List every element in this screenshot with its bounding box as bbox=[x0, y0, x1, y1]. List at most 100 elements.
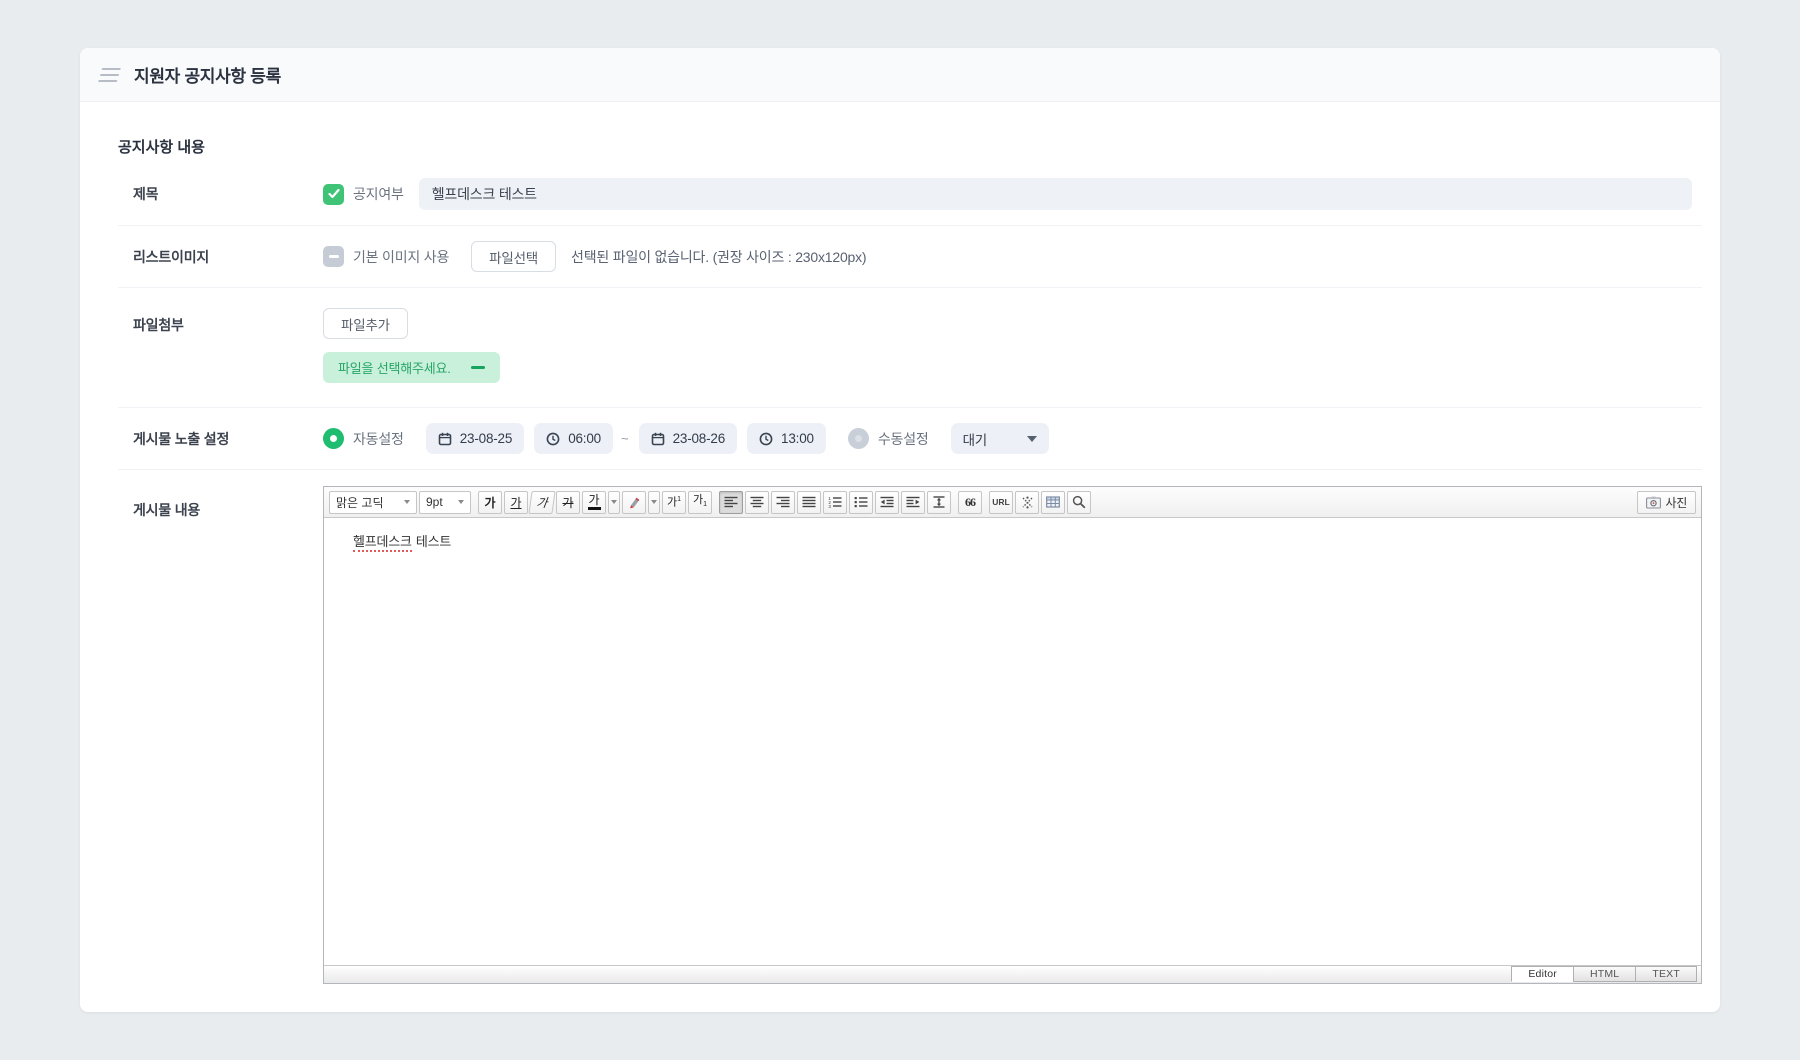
calendar-icon bbox=[651, 432, 664, 445]
row-list-image: 리스트이미지 기본 이미지 사용 파일선택 선택된 파일이 없습니다. (권장 … bbox=[118, 226, 1702, 288]
status-select[interactable]: 대기 bbox=[950, 423, 1049, 454]
align-center-button[interactable] bbox=[745, 490, 769, 514]
status-select-value: 대기 bbox=[962, 432, 988, 448]
font-family-select[interactable]: 맑은 고딕 bbox=[329, 490, 417, 514]
superscript-button[interactable]: 가1 bbox=[662, 490, 686, 514]
photo-button[interactable]: 사진 bbox=[1636, 490, 1696, 514]
italic-button[interactable]: 가 bbox=[528, 490, 556, 514]
tab-editor-mode[interactable]: Editor bbox=[1511, 966, 1574, 982]
font-color-button[interactable]: 가 bbox=[582, 490, 606, 514]
start-time-field[interactable]: 06:00 bbox=[534, 423, 613, 454]
align-left-button[interactable] bbox=[719, 490, 743, 514]
default-image-checkbox-label: 기본 이미지 사용 bbox=[353, 248, 450, 265]
highlight-button[interactable] bbox=[622, 490, 646, 514]
photo-icon bbox=[1645, 496, 1661, 509]
font-size-select[interactable]: 9pt bbox=[419, 490, 471, 514]
row-title-label: 제목 bbox=[133, 186, 159, 202]
editor-content-area[interactable]: 헬프데스크 테스트 bbox=[324, 518, 1701, 965]
manual-setting-label: 수동설정 bbox=[877, 430, 929, 447]
photo-button-label: 사진 bbox=[1665, 495, 1688, 510]
line-height-icon bbox=[933, 496, 945, 508]
end-time-value: 13:00 bbox=[781, 431, 814, 446]
chevron-down-icon bbox=[458, 500, 464, 504]
check-icon bbox=[327, 189, 340, 199]
chevron-down-icon bbox=[1026, 435, 1037, 442]
marker-pen-icon bbox=[630, 497, 640, 509]
subscript-button[interactable]: 가1 bbox=[688, 490, 712, 514]
ordered-list-button[interactable]: 123 bbox=[823, 490, 847, 514]
row-attachment: 파일첨부 파일추가 파일을 선택해주세요. bbox=[118, 288, 1702, 408]
form-content: 공지사항 내용 제목 공지여부 리스트이미지 기본 이미지 사용 파일선택 선택… bbox=[80, 136, 1720, 998]
row-attachment-label: 파일첨부 bbox=[133, 317, 184, 333]
no-file-text: 선택된 파일이 없습니다. (권장 사이즈 : 230x120px) bbox=[571, 248, 867, 265]
underline-button[interactable]: 가 bbox=[504, 490, 528, 514]
file-placeholder-text: 파일을 선택해주세요. bbox=[338, 361, 451, 376]
table-button[interactable] bbox=[1041, 490, 1065, 514]
start-date-field[interactable]: 23-08-25 bbox=[425, 423, 525, 454]
outdent-button[interactable] bbox=[875, 490, 899, 514]
line-height-button[interactable] bbox=[927, 490, 951, 514]
row-exposure-label: 게시물 노출 설정 bbox=[133, 430, 230, 447]
title-input[interactable] bbox=[418, 178, 1692, 210]
svg-text:3: 3 bbox=[828, 504, 831, 508]
unordered-list-button[interactable] bbox=[849, 490, 873, 514]
url-button[interactable]: URL bbox=[989, 490, 1013, 514]
search-button[interactable] bbox=[1067, 490, 1091, 514]
editor-footer: Editor HTML TEXT bbox=[324, 965, 1701, 983]
clock-icon bbox=[759, 432, 773, 445]
indent-button[interactable] bbox=[901, 490, 925, 514]
notice-register-card: 지원자 공지사항 등록 공지사항 내용 제목 공지여부 리스트이미지 기본 이미… bbox=[80, 48, 1720, 1012]
clock-icon bbox=[546, 432, 560, 445]
indeterminate-icon bbox=[328, 255, 339, 258]
chevron-down-icon bbox=[404, 500, 410, 504]
font-color-caret[interactable] bbox=[608, 490, 620, 514]
auto-setting-radio[interactable] bbox=[323, 428, 344, 449]
notice-checkbox-label: 공지여부 bbox=[353, 186, 404, 202]
file-select-button[interactable]: 파일선택 bbox=[471, 241, 557, 272]
remove-file-icon[interactable] bbox=[470, 366, 485, 369]
row-list-image-label: 리스트이미지 bbox=[133, 248, 210, 265]
justify-icon bbox=[802, 496, 816, 508]
start-time-value: 06:00 bbox=[568, 431, 601, 446]
row-exposure: 게시물 노출 설정 자동설정 23-08-25 06:00 ~ 23-08-26 bbox=[118, 408, 1702, 470]
align-right-button[interactable] bbox=[771, 490, 795, 514]
section-title: 공지사항 내용 bbox=[118, 139, 205, 156]
start-date-value: 23-08-25 bbox=[459, 431, 513, 446]
outdent-icon bbox=[880, 496, 894, 508]
table-icon bbox=[1046, 496, 1060, 508]
notice-checkbox[interactable] bbox=[323, 183, 344, 205]
align-right-icon bbox=[776, 496, 790, 508]
rich-text-editor: 맑은 고딕 9pt 가 가 가 가 가 가1 가1 1 2 3 66 URL 사… bbox=[323, 486, 1702, 984]
align-center-icon bbox=[750, 496, 764, 508]
row-content-label: 게시물 내용 bbox=[133, 502, 201, 518]
row-content: 게시물 내용 맑은 고딕 9pt 가 가 가 가 가 가1 가1 1 2 3 6… bbox=[118, 470, 1702, 998]
strikethrough-button[interactable]: 가 bbox=[556, 490, 580, 514]
highlight-caret[interactable] bbox=[648, 490, 660, 514]
unordered-list-icon bbox=[854, 497, 868, 508]
special-char-button[interactable] bbox=[1015, 490, 1039, 514]
add-file-button[interactable]: 파일추가 bbox=[323, 308, 408, 339]
menu-icon[interactable] bbox=[95, 66, 123, 84]
blockquote-button[interactable]: 66 bbox=[958, 490, 982, 514]
auto-setting-label: 자동설정 bbox=[353, 430, 404, 447]
end-date-field[interactable]: 23-08-26 bbox=[638, 423, 738, 454]
end-time-field[interactable]: 13:00 bbox=[747, 423, 826, 454]
editor-text-spellchecked: 헬프데스크 bbox=[353, 534, 412, 552]
editor-toolbar: 맑은 고딕 9pt 가 가 가 가 가 가1 가1 1 2 3 66 URL 사… bbox=[324, 487, 1701, 518]
end-date-value: 23-08-26 bbox=[672, 431, 726, 446]
justify-button[interactable] bbox=[797, 490, 821, 514]
color-bar bbox=[587, 507, 601, 510]
bold-button[interactable]: 가 bbox=[478, 490, 502, 514]
manual-setting-radio[interactable] bbox=[847, 428, 869, 449]
search-icon bbox=[1072, 495, 1086, 509]
range-separator: ~ bbox=[620, 431, 629, 446]
calendar-icon bbox=[438, 432, 452, 445]
file-placeholder-box: 파일을 선택해주세요. bbox=[323, 352, 500, 383]
tab-html-mode[interactable]: HTML bbox=[1572, 966, 1637, 982]
tab-text-mode[interactable]: TEXT bbox=[1635, 966, 1697, 982]
editor-text: 테스트 bbox=[415, 534, 452, 549]
default-image-checkbox[interactable] bbox=[323, 246, 344, 267]
indent-icon bbox=[906, 496, 920, 508]
row-title: 제목 공지여부 bbox=[118, 163, 1702, 226]
align-left-icon bbox=[724, 496, 738, 508]
